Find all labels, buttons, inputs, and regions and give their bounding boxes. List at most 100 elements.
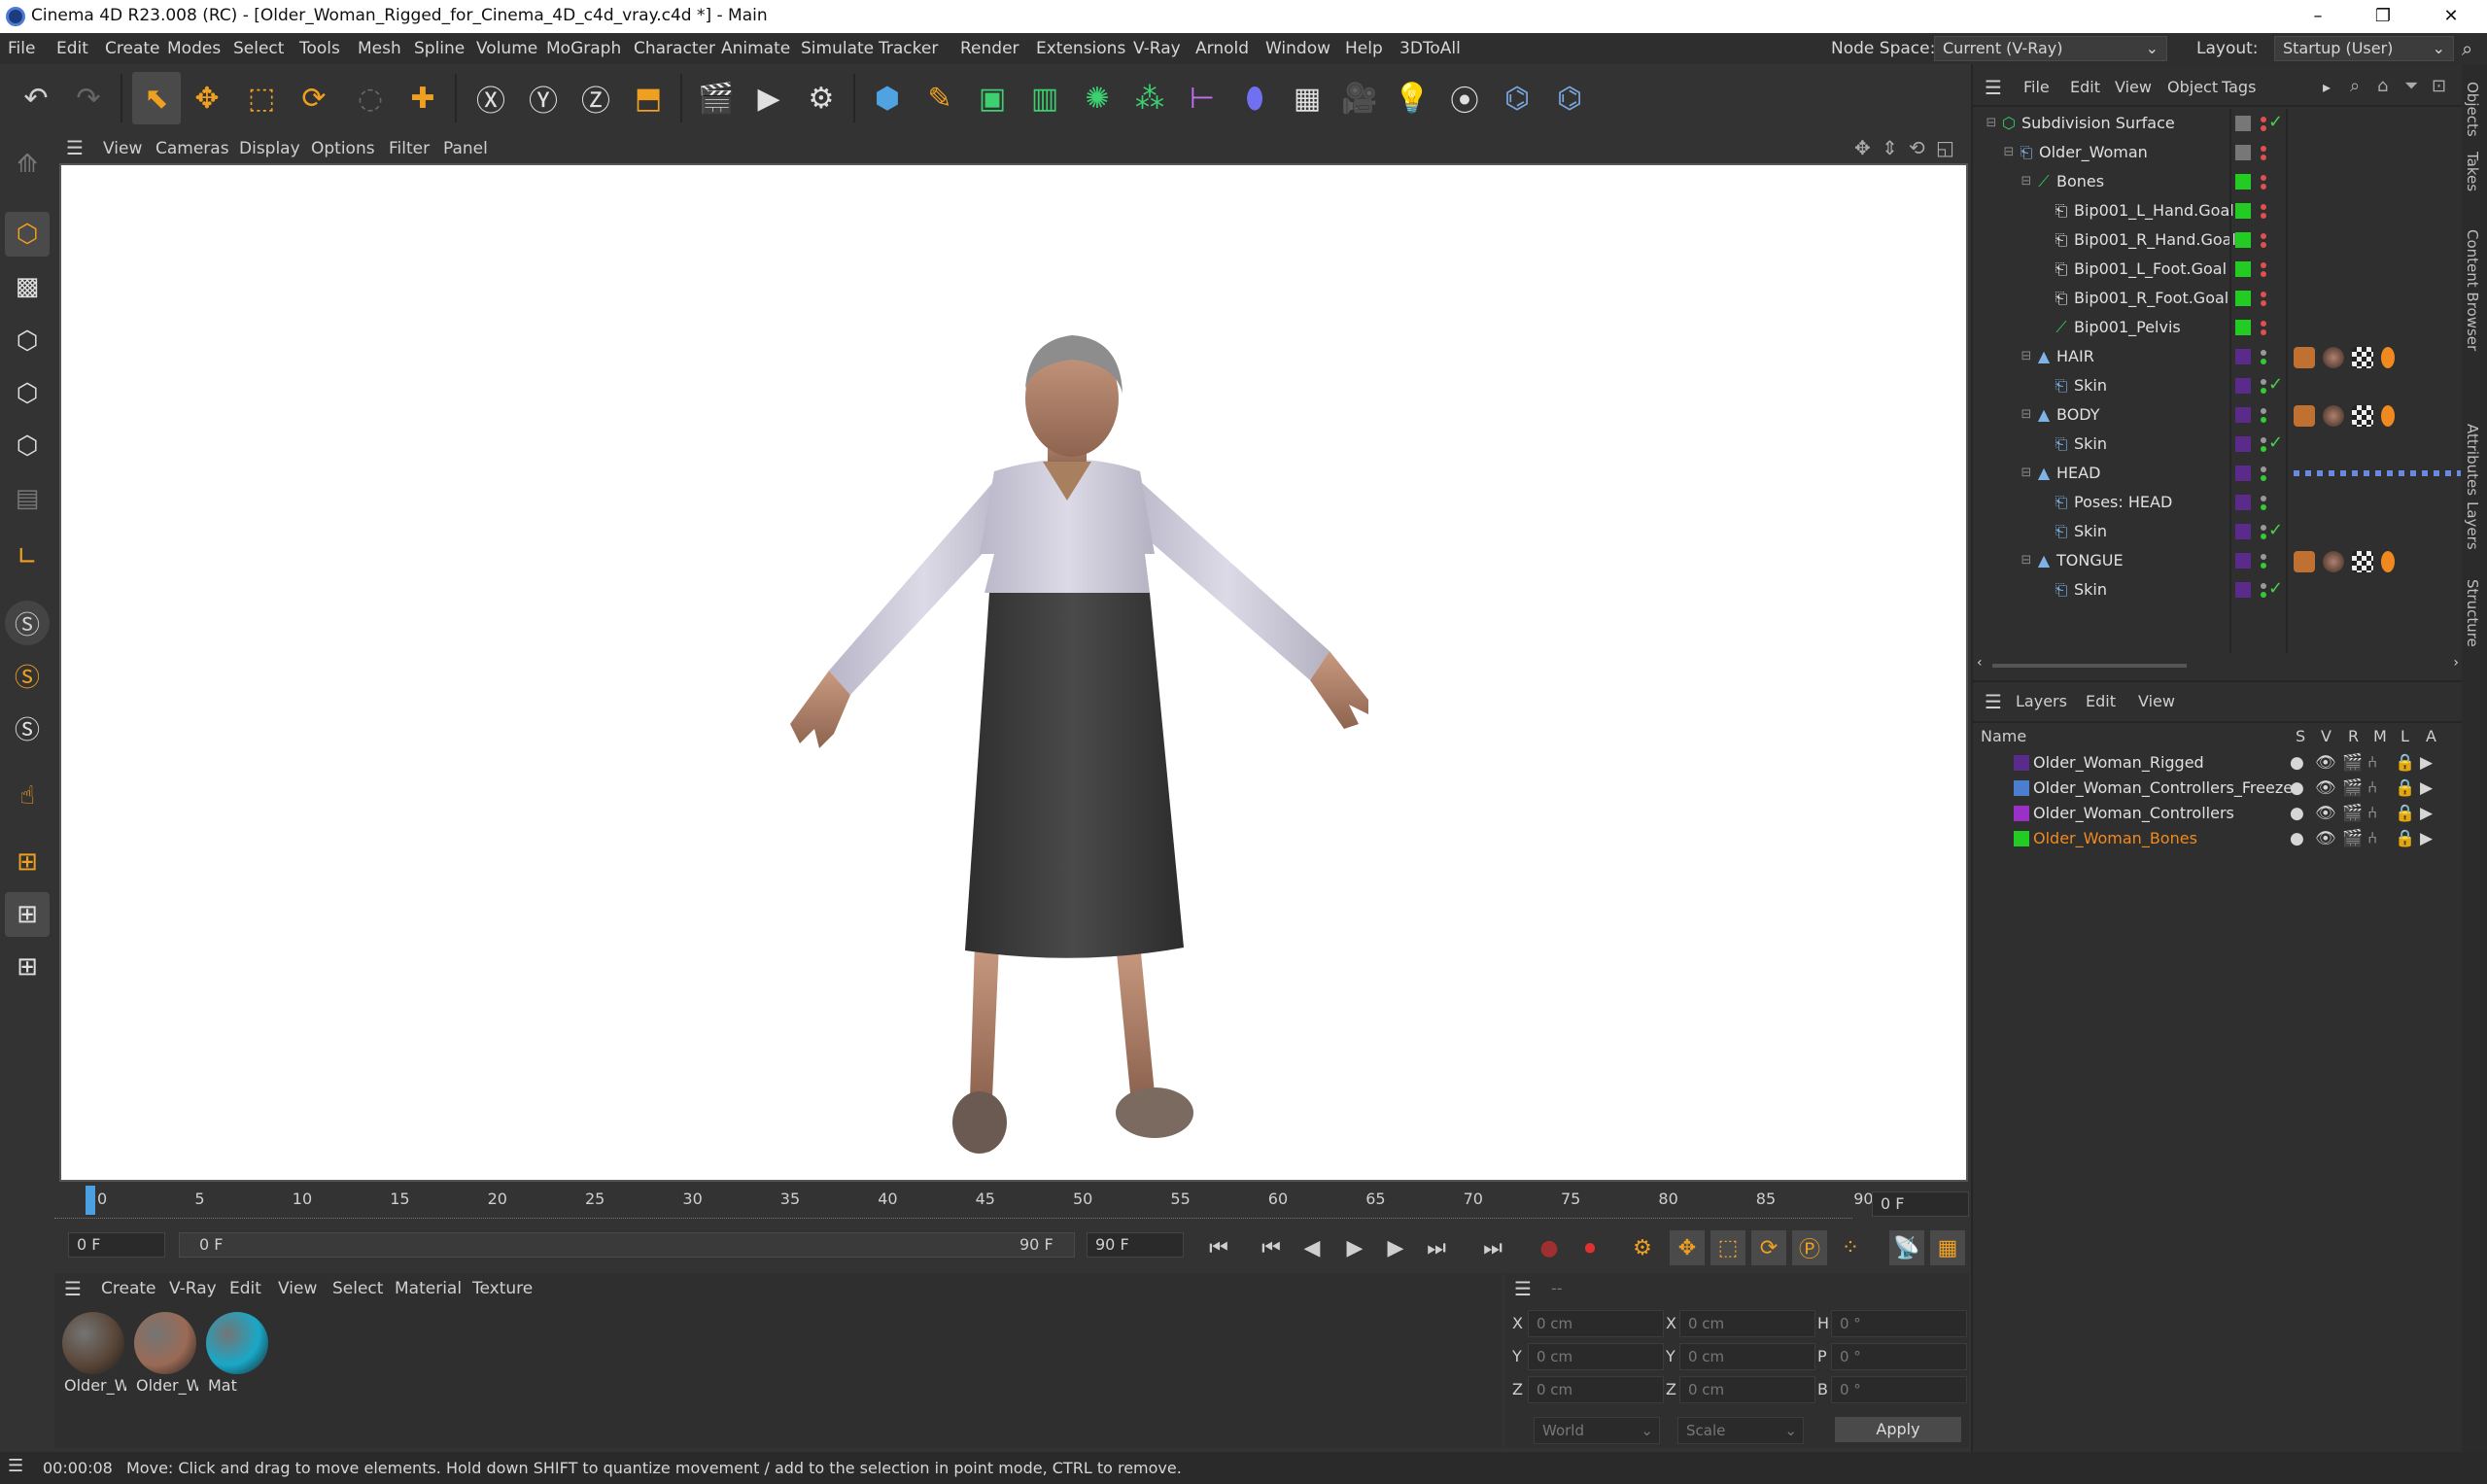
scale-z-field[interactable]: 0 cm	[1679, 1376, 1815, 1403]
points-mode-icon[interactable]: ⬡	[5, 319, 50, 363]
go-to-start-icon[interactable]: ⏮	[1201, 1230, 1236, 1265]
layer-column-s[interactable]: S	[2296, 727, 2305, 745]
mograph-icon[interactable]: ⁂	[1125, 72, 1174, 124]
layer-color-swatch[interactable]	[2014, 755, 2029, 771]
enabled-check-icon[interactable]: ✓	[2268, 432, 2283, 453]
model-mode-icon[interactable]: ⬡	[5, 212, 50, 257]
layer-color-swatch[interactable]	[2014, 806, 2029, 821]
layer-color-swatch[interactable]	[2235, 582, 2251, 598]
vray-tag-icon[interactable]	[2381, 347, 2395, 368]
layer-color-swatch[interactable]	[2235, 116, 2251, 131]
animation-play-icon[interactable]: ▶	[2420, 829, 2433, 848]
editor-visibility-dot[interactable]	[2261, 233, 2266, 239]
side-tab-attributes[interactable]: Attributes	[2464, 424, 2481, 496]
end-frame-field[interactable]: 90 F	[1087, 1232, 1184, 1258]
editor-visibility-dot[interactable]	[2261, 408, 2266, 414]
field-icon[interactable]: ⬮	[1230, 72, 1279, 124]
layer-row[interactable]: Older_Woman_Bones ● 👁 🎬 ⑃ 🔒 ▶	[1973, 826, 2464, 851]
orbit-view-icon[interactable]: ⟲	[1909, 136, 1925, 159]
polygons-mode-icon[interactable]: ⬡	[5, 424, 50, 468]
timeline-settings-icon[interactable]: 📡	[1889, 1230, 1924, 1265]
world-dropdown[interactable]: World ⌄	[1534, 1417, 1660, 1444]
objects-menu-tags[interactable]: Tags	[2222, 78, 2256, 96]
render-visibility-dot[interactable]	[2261, 300, 2266, 306]
vray-icon[interactable]: ⦿	[1440, 72, 1489, 124]
editor-visibility-dot[interactable]	[2261, 525, 2266, 531]
object-row[interactable]: ⊟ ▲ TONGUE	[1973, 546, 2464, 575]
layers-horizontal-scrollbar[interactable]	[1977, 1462, 2459, 1475]
layer-color-swatch[interactable]	[2014, 831, 2029, 846]
render-visibility-dot[interactable]	[2261, 534, 2266, 539]
object-row[interactable]: ⎗ Bip001_L_Foot.Goal	[1973, 255, 2464, 284]
object-row[interactable]: ⊟ ⟋ Bones	[1973, 167, 2464, 196]
layer-column-m[interactable]: M	[2373, 727, 2387, 745]
next-frame-icon[interactable]: ▶	[1378, 1230, 1413, 1265]
render-visibility-dot[interactable]	[2261, 592, 2266, 598]
material-menu-view[interactable]: View	[278, 1279, 317, 1298]
deformer-icon[interactable]: ⊢	[1178, 72, 1226, 124]
menu-render[interactable]: Render	[960, 39, 1019, 58]
editor-visibility-dot[interactable]	[2261, 437, 2266, 443]
keyframe-selection-icon[interactable]: ⚙	[1625, 1230, 1660, 1265]
objects-menu-edit[interactable]: Edit	[2070, 78, 2100, 96]
layer-color-swatch[interactable]	[2235, 261, 2251, 277]
python-icon[interactable]: ⌬	[1493, 72, 1541, 124]
previous-frame-icon[interactable]: ◀	[1295, 1230, 1330, 1265]
scale-tool-icon[interactable]: ⬚	[237, 72, 286, 124]
uv-mode-icon[interactable]: ▤	[5, 476, 50, 521]
start-frame-field[interactable]: 0 F	[68, 1232, 165, 1258]
rotation-p-field[interactable]: 0 °	[1831, 1343, 1967, 1370]
rotation-h-field[interactable]: 0 °	[1831, 1310, 1967, 1337]
animation-play-icon[interactable]: ▶	[2420, 778, 2433, 798]
menu-create[interactable]: Create	[105, 39, 160, 58]
editor-visibility-dot[interactable]	[2261, 117, 2266, 122]
editor-visibility-dot[interactable]	[2261, 292, 2266, 297]
menu-window[interactable]: Window	[1265, 39, 1330, 58]
menu-animate[interactable]: Animate	[721, 39, 790, 58]
auto-key-icon[interactable]: ⏺	[1572, 1230, 1607, 1265]
record-icon[interactable]: ●	[1532, 1230, 1567, 1265]
layer-color-swatch[interactable]	[2235, 553, 2251, 569]
filmstrip-icon[interactable]: ▦	[1930, 1230, 1965, 1265]
object-row[interactable]: ⊟ ▲ BODY	[1973, 400, 2464, 430]
layer-color-swatch[interactable]	[2235, 466, 2251, 481]
objects-menu-view[interactable]: View	[2115, 78, 2152, 96]
filter-icon[interactable]: ⏷	[2404, 76, 2418, 96]
render-visibility-dot[interactable]	[2261, 155, 2266, 160]
layer-column-l[interactable]: L	[2401, 727, 2409, 745]
apply-button[interactable]: Apply	[1835, 1417, 1961, 1442]
object-row[interactable]: ⎗ Bip001_R_Hand.Goal	[1973, 225, 2464, 255]
manager-tree-icon[interactable]: ⑃	[2367, 753, 2377, 773]
object-row[interactable]: ⎗ Skin ✓	[1973, 517, 2464, 546]
material-tag-icon[interactable]	[2323, 405, 2344, 427]
undo-icon[interactable]: ↶	[12, 72, 60, 124]
expand-toggle-icon[interactable]: ⊟	[2018, 552, 2035, 569]
edges-mode-icon[interactable]: ⬡	[5, 371, 50, 416]
expand-toggle-icon[interactable]: ⊟	[2018, 465, 2035, 482]
expand-toggle-icon[interactable]: ⊟	[2018, 173, 2035, 190]
recent-tool-icon[interactable]: ◌	[346, 72, 395, 124]
render-clapper-icon[interactable]: 🎬	[2342, 804, 2363, 823]
visibility-eye-icon[interactable]: 👁	[2315, 753, 2336, 773]
layer-column-v[interactable]: V	[2321, 727, 2332, 745]
scale-x-field[interactable]: 0 cm	[1679, 1310, 1815, 1337]
key-rotation-icon[interactable]: ⟳	[1751, 1230, 1786, 1265]
object-row[interactable]: ⎗ Bip001_L_Hand.Goal	[1973, 196, 2464, 225]
manager-tree-icon[interactable]: ⑃	[2367, 778, 2377, 798]
layer-color-swatch[interactable]	[2235, 407, 2251, 423]
key-pla-icon[interactable]: ⁘	[1833, 1230, 1868, 1265]
maximize-button[interactable]: ❐	[2354, 2, 2412, 31]
hamburger-menu-icon[interactable]: ☰	[8, 1456, 23, 1476]
material-menu-edit[interactable]: Edit	[229, 1279, 261, 1298]
editor-visibility-dot[interactable]	[2261, 554, 2266, 560]
make-editable-icon[interactable]: ⟰	[5, 142, 50, 187]
z-axis-lock-icon[interactable]: Ⓩ	[571, 72, 620, 124]
position-x-field[interactable]: 0 cm	[1528, 1310, 1664, 1337]
menu-simulate[interactable]: Simulate	[801, 39, 874, 58]
lock-icon[interactable]: 🔒	[2395, 778, 2415, 798]
render-view-icon[interactable]: 🎬	[692, 72, 741, 124]
menu-tracker[interactable]: Tracker	[879, 39, 938, 58]
expand-toggle-icon[interactable]: ⊟	[2018, 406, 2035, 424]
layer-color-swatch[interactable]	[2235, 320, 2251, 335]
material-menu-v-ray[interactable]: V-Ray	[169, 1279, 217, 1298]
